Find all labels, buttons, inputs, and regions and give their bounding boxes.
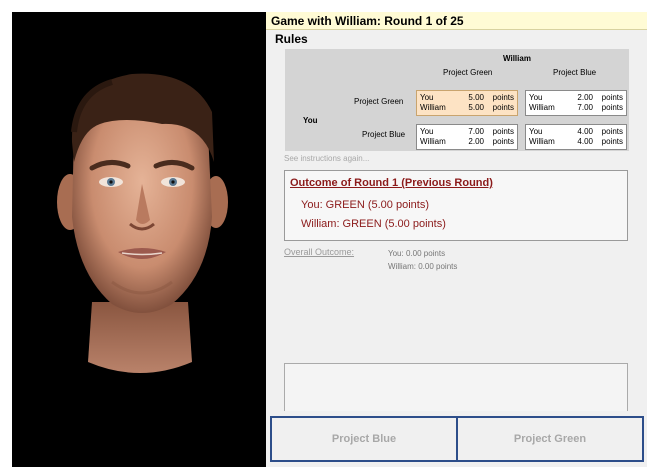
overall-you: You: 0.00 points [388,249,446,258]
game-title: Game with William: Round 1 of 25 [266,12,647,30]
col-header-blue: Project Blue [553,68,597,77]
player-label: You [303,116,318,125]
rules-heading: Rules [275,32,308,46]
outcome-opponent: William: GREEN (5.00 points) [301,218,446,230]
previous-round-outcome: Outcome of Round 1 (Previous Round) You:… [284,170,628,241]
col-header-green: Project Green [443,68,493,77]
opponent-label: William [503,54,531,63]
payoff-cell-green-blue: You 2.00 points William 7.00 points [525,90,627,116]
overall-opponent: William: 0.00 points [388,262,458,271]
payoff-cell-blue-green: You 7.00 points William 2.00 points [416,124,518,150]
row-header-blue: Project Blue [362,130,406,139]
payoff-cell-green-green: You 5.00 points William 5.00 points [416,90,518,116]
instructions-link[interactable]: See instructions again... [284,154,369,163]
project-green-button[interactable]: Project Green [456,416,644,462]
game-panel: Game with William: Round 1 of 25 Rules W… [266,12,647,467]
avatar-face-panel [12,12,266,467]
overall-outcome-label: Overall Outcome: [284,247,355,257]
project-blue-button[interactable]: Project Blue [270,416,458,462]
outcome-you: You: GREEN (5.00 points) [301,199,429,211]
row-header-green: Project Green [354,97,404,106]
message-box [284,363,628,411]
payoff-matrix: William Project Green Project Blue You P… [285,49,629,151]
outcome-title: Outcome of Round 1 (Previous Round) [290,177,493,189]
avatar-face-icon [57,73,228,373]
payoff-cell-blue-blue: You 4.00 points William 4.00 points [525,124,627,150]
